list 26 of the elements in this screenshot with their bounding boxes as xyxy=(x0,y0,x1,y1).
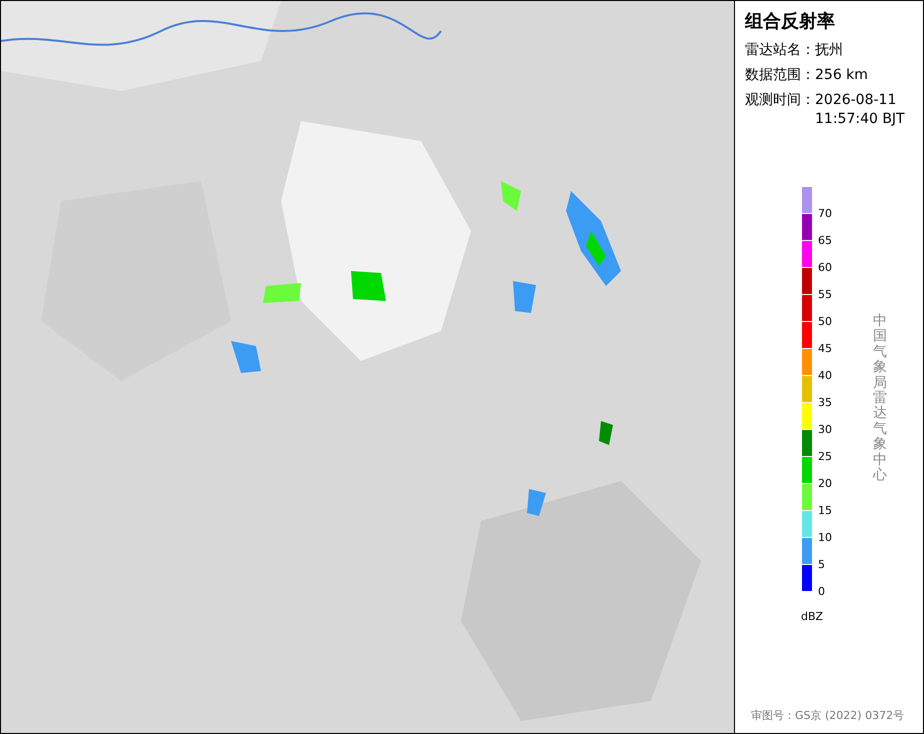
info-value: 11:57:40 BJT xyxy=(815,110,905,129)
legend-label: 20 xyxy=(818,478,832,489)
credit-text: 中国气象局雷达气象中心 xyxy=(873,314,887,484)
legend-label: 5 xyxy=(818,559,825,570)
legend-label: 65 xyxy=(818,235,832,246)
info-value: 2026-08-11 xyxy=(815,91,898,110)
info-label: 观测时间： xyxy=(745,91,815,110)
unit-label: dBZ xyxy=(801,610,824,623)
info-label: 数据范围： xyxy=(745,66,815,85)
legend-label: 60 xyxy=(818,262,832,273)
legend-label: 50 xyxy=(818,316,832,327)
approval-number: 审图号：GS京 (2022) 0372号 xyxy=(751,708,904,723)
legend-label: 55 xyxy=(818,289,832,300)
legend-label: 10 xyxy=(818,532,832,543)
legend-label: 40 xyxy=(818,370,832,381)
legend-label: 25 xyxy=(818,451,832,462)
info-value: 抚州 xyxy=(815,41,843,60)
legend-label: 45 xyxy=(818,343,832,354)
panel-title: 组合反射率 xyxy=(745,10,836,33)
legend-label: 0 xyxy=(818,586,825,597)
legend-label: 35 xyxy=(818,397,832,408)
info-value: 256 km xyxy=(815,66,868,85)
legend-label: 30 xyxy=(818,424,832,435)
legend-label: 70 xyxy=(818,208,832,219)
legend-label: 15 xyxy=(818,505,832,516)
info-label: 雷达站名： xyxy=(745,41,815,60)
